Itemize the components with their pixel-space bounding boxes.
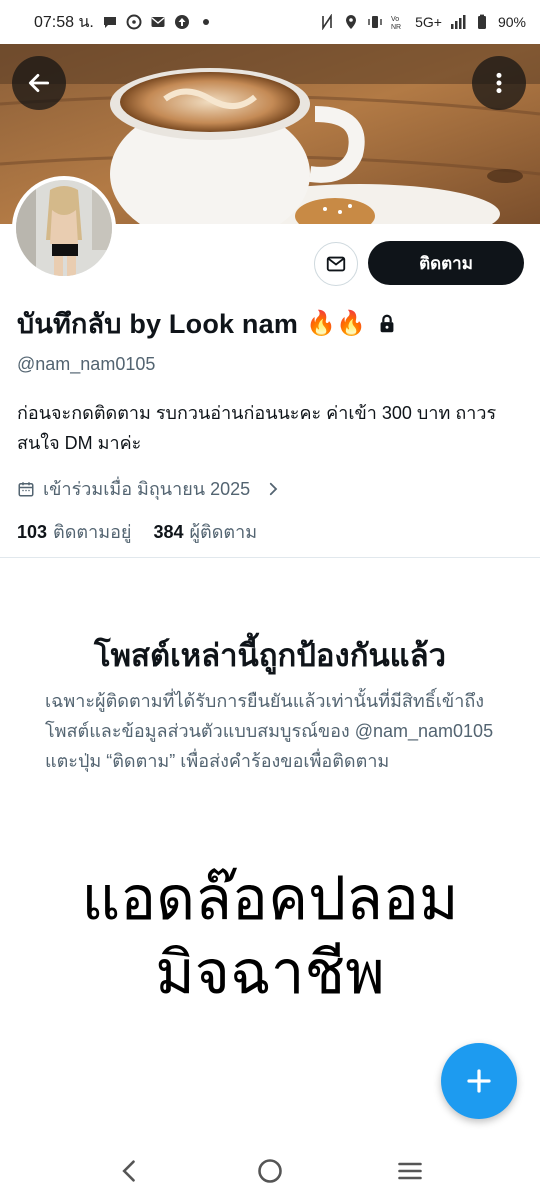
network-type: 5G+ xyxy=(415,14,442,30)
divider xyxy=(0,557,540,558)
steering-wheel-icon xyxy=(126,14,142,30)
following-count: 103 xyxy=(17,522,48,542)
overlay-warning-text: แอดล๊อคปลอม มิจฉาชีพ xyxy=(0,862,540,1010)
nfc-icon xyxy=(319,14,335,30)
nav-recents-button[interactable] xyxy=(380,1146,440,1196)
battery-icon xyxy=(474,14,490,30)
calendar-icon xyxy=(18,481,34,496)
display-name: บันทึกลับ by Look nam xyxy=(17,309,299,339)
compose-button[interactable] xyxy=(441,1043,517,1119)
dot-icon xyxy=(198,14,214,30)
protected-body: เฉพาะผู้ติดตามที่ได้รับการยืนยันแล้วเท่า… xyxy=(45,691,494,771)
svg-text:NR: NR xyxy=(391,24,401,30)
handle: @nam_nam0105 xyxy=(17,354,156,374)
battery-percent: 90% xyxy=(497,14,526,30)
more-vertical-icon xyxy=(496,72,502,94)
follow-button[interactable]: ติดตาม xyxy=(368,241,524,285)
following-label: ติดตามอยู่ xyxy=(53,522,132,542)
status-time: 07:58 น. xyxy=(34,13,94,31)
plus-icon xyxy=(467,1069,491,1093)
name-emoji: 🔥🔥 xyxy=(306,310,366,337)
back-button[interactable] xyxy=(12,56,66,110)
vibrate-icon xyxy=(367,14,383,30)
avatar-image xyxy=(16,180,112,276)
chat-bubble-icon xyxy=(102,14,118,30)
joined-text: เข้าร่วมเมื่อ มิถุนายน 2025 xyxy=(43,479,251,499)
followers-label: ผู้ติดตาม xyxy=(189,522,258,542)
name-row: บันทึกลับ by Look nam 🔥🔥 xyxy=(17,302,398,345)
followers-count: 384 xyxy=(153,522,184,542)
overlay-line-2: มิจฉาชีพ xyxy=(155,939,385,1006)
bio: ก่อนจะกดติดตาม รบกวนอ่านก่อนนะคะ ค่าเข้า… xyxy=(17,403,497,453)
joined-date[interactable]: เข้าร่วมเมื่อ มิถุนายน 2025 xyxy=(17,474,282,503)
avatar[interactable] xyxy=(12,176,116,280)
message-button[interactable] xyxy=(314,242,358,286)
protected-title: โพสต์เหล่านี้ถูกป้องกันแล้ว xyxy=(93,638,447,674)
upload-icon xyxy=(174,14,190,30)
svg-text:Vo: Vo xyxy=(391,16,399,23)
lock-icon xyxy=(376,313,398,335)
back-arrow-icon xyxy=(28,74,50,92)
location-icon xyxy=(343,14,359,30)
followers-link[interactable]: 384 ผู้ติดตาม xyxy=(153,517,257,546)
nav-back-button[interactable] xyxy=(100,1146,160,1196)
more-options-button[interactable] xyxy=(472,56,526,110)
mail-notification-icon xyxy=(150,14,166,30)
menu-lines-icon xyxy=(398,1162,422,1180)
chevron-right-icon xyxy=(264,480,282,498)
system-nav-bar xyxy=(0,1142,540,1200)
status-bar: 07:58 น. Vo NR 5G+ 90% xyxy=(0,0,540,44)
overlay-line-1: แอดล๊อคปลอม xyxy=(81,865,459,932)
following-link[interactable]: 103 ติดตามอยู่ xyxy=(17,517,131,546)
nav-home-button[interactable] xyxy=(240,1146,300,1196)
chevron-left-icon xyxy=(122,1160,135,1182)
follow-stats: 103 ติดตามอยู่ 384 ผู้ติดตาม xyxy=(17,517,257,546)
signal-icon xyxy=(450,14,466,30)
volte-icon: Vo NR xyxy=(391,14,407,30)
envelope-icon xyxy=(326,256,346,272)
home-circle-icon xyxy=(258,1159,282,1183)
